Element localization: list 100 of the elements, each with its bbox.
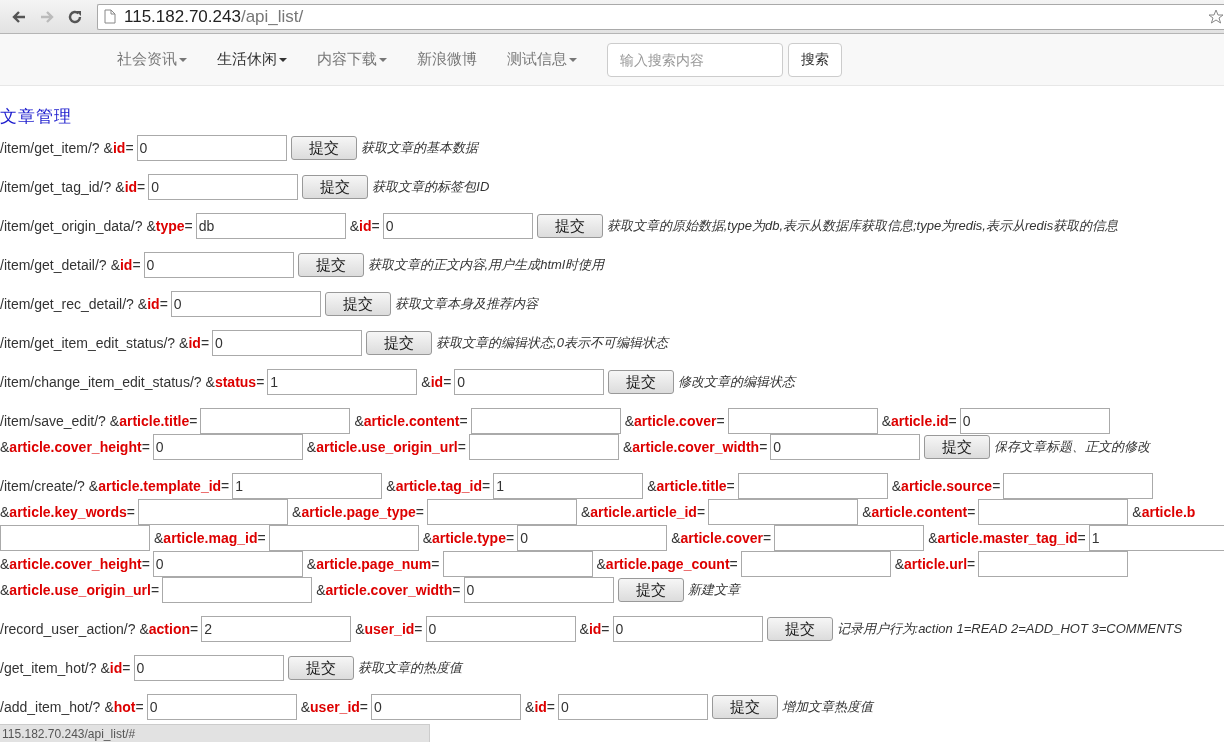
api-path: /item/get_detail/? <box>0 256 107 275</box>
param-input[interactable]: 0 <box>143 252 294 278</box>
param-input[interactable] <box>268 525 419 551</box>
param-label: &hot= <box>104 698 144 717</box>
param-input[interactable]: 0 <box>212 330 363 356</box>
param-input[interactable]: 0 <box>371 694 522 720</box>
param-input[interactable] <box>727 408 878 434</box>
param-input[interactable] <box>138 499 289 525</box>
param-label: &article.mag_id= <box>154 529 266 548</box>
link-url-tooltip: 115.182.70.243/api_list/# <box>0 724 430 742</box>
param-label: &article.title= <box>109 412 198 431</box>
api-path: /item/get_tag_id/? <box>0 178 112 197</box>
nav-menu-item[interactable]: 测试信息 <box>492 50 592 69</box>
param-label: &status= <box>205 373 265 392</box>
param-input[interactable] <box>426 499 577 525</box>
param-label: &article.cover= <box>624 412 725 431</box>
param-input[interactable]: 2 <box>201 616 352 642</box>
param-input[interactable] <box>468 434 619 460</box>
api-path: /record_user_action/? <box>0 620 136 639</box>
submit-button[interactable]: 提交 <box>290 136 357 160</box>
url-text: 115.182.70.243/api_list/ <box>124 6 305 27</box>
submit-button[interactable]: 提交 <box>608 370 675 394</box>
param-label: &id= <box>579 620 610 639</box>
param-input[interactable]: 0 <box>152 551 303 577</box>
param-label: &article.page_type= <box>292 503 424 522</box>
submit-button[interactable]: 提交 <box>287 656 354 680</box>
submit-button[interactable]: 提交 <box>366 331 433 355</box>
param-input[interactable] <box>0 525 150 551</box>
search-field[interactable]: 输入搜索内容 <box>607 42 783 77</box>
submit-button[interactable]: 提交 <box>712 695 779 719</box>
param-label: &article.title= <box>647 477 735 496</box>
param-input[interactable]: 0 <box>146 694 297 720</box>
param-input[interactable]: 0 <box>454 369 605 395</box>
submit-button[interactable]: 提交 <box>766 617 833 641</box>
param-label: &id= <box>525 698 556 717</box>
param-input[interactable]: 0 <box>133 655 284 681</box>
param-label: &article.cover= <box>671 529 772 548</box>
param-input[interactable] <box>200 408 351 434</box>
submit-button[interactable]: 提交 <box>297 253 364 277</box>
api-description: 获取文章的编辑状态,0表示不可编辑状态 <box>436 334 668 352</box>
param-label: &article.use_origin_url= <box>0 581 160 600</box>
param-input[interactable] <box>737 473 888 499</box>
param-input[interactable]: 0 <box>959 408 1110 434</box>
nav-menu-item[interactable]: 社会资讯 <box>102 50 202 69</box>
param-input[interactable]: 0 <box>770 434 921 460</box>
reload-icon[interactable] <box>67 8 83 25</box>
api-path: /add_item_hot/? <box>0 698 101 717</box>
param-input[interactable] <box>774 525 925 551</box>
param-input[interactable] <box>708 499 859 525</box>
param-input[interactable]: 0 <box>425 616 576 642</box>
api-path: /item/get_item/? <box>0 139 100 158</box>
submit-button[interactable]: 提交 <box>617 578 684 602</box>
nav-menu-item[interactable]: 新浪微博 <box>402 50 492 69</box>
api-path: /item/get_item_edit_status/? <box>0 334 176 353</box>
param-label: &id= <box>349 217 380 236</box>
param-label: &user_id= <box>300 698 369 717</box>
param-input[interactable]: 0 <box>170 291 321 317</box>
param-input[interactable] <box>1003 473 1154 499</box>
param-label: &article.cover_height= <box>0 555 150 574</box>
api-description: 获取文章的热度值 <box>357 659 462 677</box>
api-description: 保存文章标题、正文的修改 <box>994 438 1151 456</box>
param-label: &article.cover_height= <box>0 438 150 457</box>
param-input[interactable]: 1 <box>493 473 644 499</box>
param-input[interactable]: 1 <box>267 369 418 395</box>
submit-button[interactable]: 提交 <box>324 292 391 316</box>
submit-button[interactable]: 提交 <box>302 175 369 199</box>
param-label: &article.cover_width= <box>316 581 461 600</box>
param-input[interactable]: 0 <box>152 434 303 460</box>
param-label: &user_id= <box>355 620 423 639</box>
api-path: /item/change_item_edit_status/? <box>0 373 202 392</box>
param-input[interactable]: db <box>195 213 346 239</box>
param-label: &article.content= <box>354 412 468 431</box>
nav-menu-item[interactable]: 内容下载 <box>302 50 402 69</box>
param-input[interactable]: 0 <box>558 694 709 720</box>
param-input[interactable] <box>162 577 313 603</box>
address-bar[interactable]: 115.182.70.243/api_list/ <box>97 3 1224 30</box>
param-input[interactable] <box>442 551 593 577</box>
api-path: /item/get_origin_data/? <box>0 217 143 236</box>
param-input[interactable]: 0 <box>517 525 668 551</box>
star-icon[interactable] <box>1208 8 1224 25</box>
param-input[interactable]: 0 <box>612 616 763 642</box>
param-input[interactable]: 1 <box>1088 525 1224 551</box>
forward-icon[interactable] <box>39 8 55 25</box>
submit-button[interactable]: 提交 <box>924 435 991 459</box>
param-input[interactable]: 0 <box>148 174 299 200</box>
param-label: &article.b <box>1132 503 1196 522</box>
search-button[interactable]: 搜索 <box>788 42 842 77</box>
param-input[interactable]: 0 <box>136 135 287 161</box>
back-icon[interactable] <box>11 8 27 25</box>
submit-button[interactable]: 提交 <box>536 214 603 238</box>
param-label: &article.template_id= <box>88 477 230 496</box>
param-input[interactable] <box>470 408 621 434</box>
param-label: &article.page_count= <box>596 555 738 574</box>
param-input[interactable] <box>740 551 891 577</box>
param-input[interactable]: 0 <box>382 213 533 239</box>
param-input[interactable]: 0 <box>463 577 614 603</box>
param-input[interactable] <box>978 499 1129 525</box>
param-input[interactable]: 1 <box>232 473 383 499</box>
nav-menu-item[interactable]: 生活休闲 <box>202 50 302 69</box>
param-input[interactable] <box>978 551 1129 577</box>
